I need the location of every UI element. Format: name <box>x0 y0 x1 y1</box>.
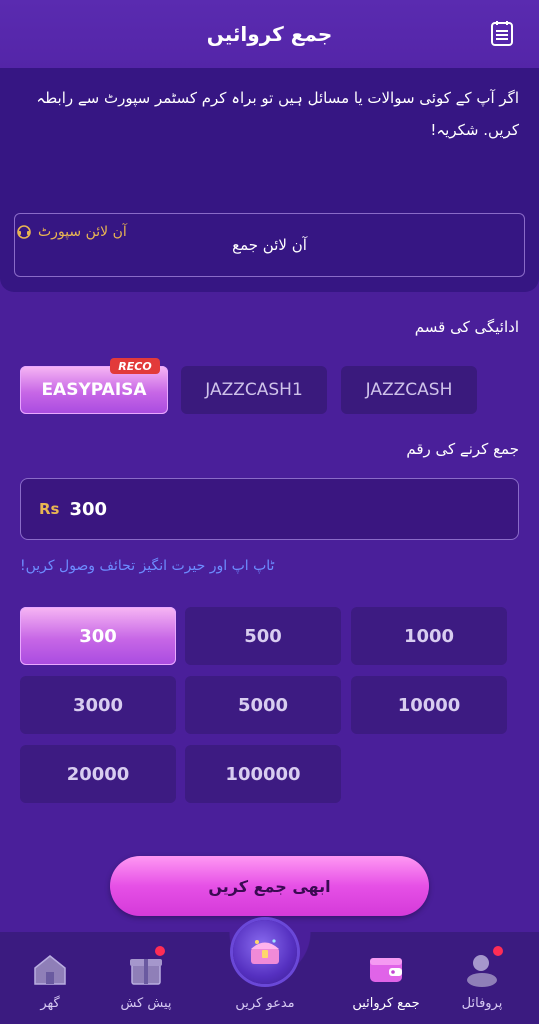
currency-label: Rs <box>39 500 60 518</box>
online-deposit-button[interactable]: آن لائن جمع <box>14 213 525 277</box>
amount-option[interactable]: 5000 <box>185 676 341 734</box>
amount-option[interactable]: 3000 <box>20 676 176 734</box>
amount-value: 300 <box>69 498 108 520</box>
tab-home-label: گھر <box>40 996 60 1011</box>
wallet-icon <box>365 948 407 990</box>
app-header: جمع کروائیں <box>0 0 539 68</box>
amount-input[interactable]: Rs 300 <box>20 478 519 540</box>
tab-home[interactable]: گھر <box>0 932 100 1024</box>
notice-panel: اگر آپ کے کوئی سوالات یا مسائل ہیں تو بر… <box>0 68 539 292</box>
page-title: جمع کروائیں <box>206 22 333 46</box>
tab-offers[interactable]: پیش کش <box>96 932 196 1024</box>
tab-profile-label: پروفائل <box>461 996 503 1011</box>
receipt-icon[interactable] <box>489 20 515 48</box>
payment-type-label: ادائیگی کی قسم <box>414 318 519 336</box>
tab-deposit-label: جمع کروائیں <box>352 996 420 1011</box>
tab-invite-label: مدعو کریں <box>235 996 295 1011</box>
amount-option[interactable]: 20000 <box>20 745 176 803</box>
tab-offers-label: پیش کش <box>120 996 172 1011</box>
amount-option[interactable]: 1000 <box>351 607 507 665</box>
amount-label: جمع کرنے کی رقم <box>406 440 519 458</box>
home-icon <box>29 948 71 990</box>
tab-profile[interactable]: پروفائل <box>432 932 532 1024</box>
tab-invite[interactable]: مدعو کریں <box>215 920 315 1024</box>
payment-method-jazzcash1[interactable]: JAZZCASH1 <box>181 366 327 414</box>
reco-badge: RECO <box>110 358 160 374</box>
treasure-chest-icon <box>233 920 297 984</box>
gift-icon <box>125 946 167 990</box>
notification-dot <box>155 946 165 956</box>
notice-text: اگر آپ کے کوئی سوالات یا مسائل ہیں تو بر… <box>36 89 519 139</box>
payment-method-easypaisa[interactable]: EASYPAISA RECO <box>20 358 168 414</box>
amount-option[interactable]: 500 <box>185 607 341 665</box>
amount-option[interactable]: 300 <box>20 607 176 665</box>
amount-option[interactable]: 100000 <box>185 745 341 803</box>
notification-dot <box>493 946 503 956</box>
profile-icon <box>461 946 503 990</box>
deposit-now-button[interactable]: ابھی جمع کریں <box>110 856 429 916</box>
payment-method-jazzcash[interactable]: JAZZCASH <box>341 366 477 414</box>
amount-option[interactable]: 10000 <box>351 676 507 734</box>
tab-deposit[interactable]: جمع کروائیں <box>336 932 436 1024</box>
promo-text[interactable]: !ٹاپ اپ اور حیرت انگیز تحائف وصول کریں <box>20 558 274 574</box>
